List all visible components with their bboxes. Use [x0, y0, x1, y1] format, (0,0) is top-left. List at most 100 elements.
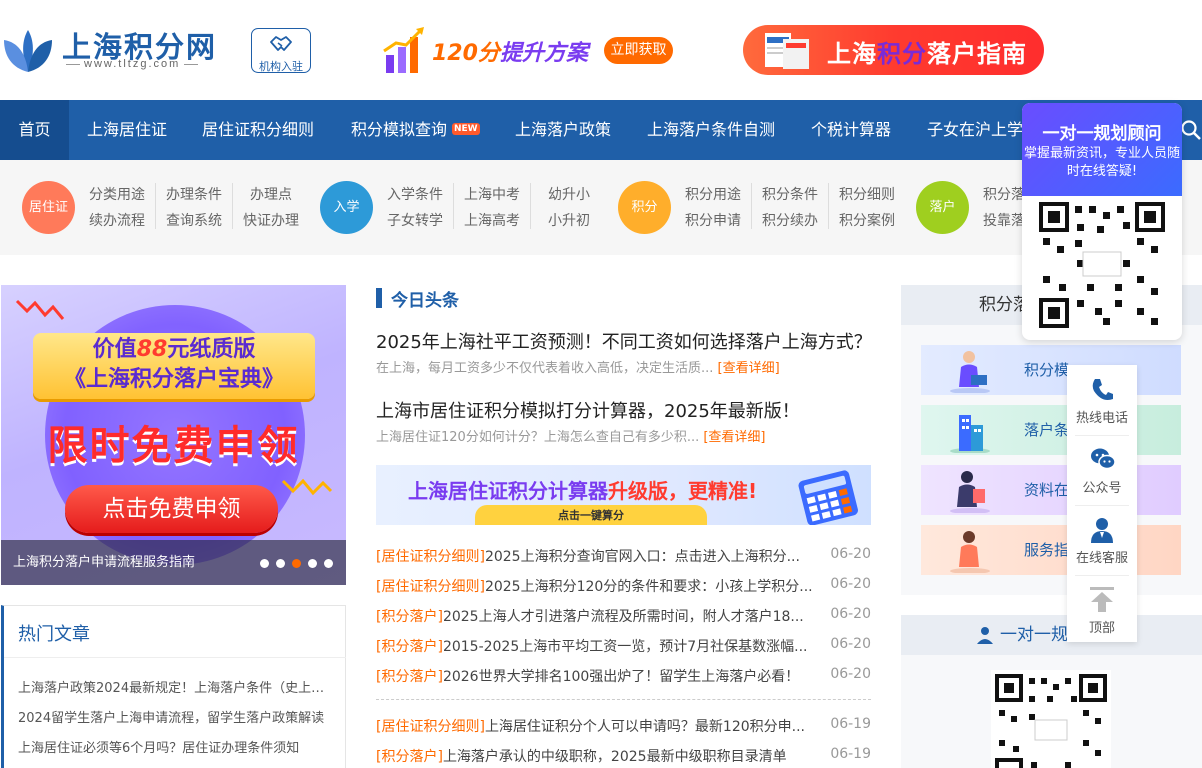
cat-school-enroll[interactable]: 入学: [320, 181, 373, 234]
news-category[interactable]: [积分落户]: [376, 669, 443, 685]
nav-children-school[interactable]: 子女在沪上学: [927, 100, 1023, 160]
promo1-text: 120分提升方案: [432, 35, 588, 67]
news-list-item[interactable]: [积分落户]2025上海人才引进落户流程及所需时间，附人才落户18... 06-…: [376, 606, 871, 626]
cat-link[interactable]: 办理点: [250, 184, 292, 204]
cat-link[interactable]: 积分条件: [762, 184, 818, 204]
org-join-label: 机构入驻: [259, 60, 303, 73]
cat-link[interactable]: 积分落: [983, 184, 1025, 204]
cat-link[interactable]: 积分用途: [685, 184, 741, 204]
service-card-points-sim[interactable]: 积分模: [921, 345, 1181, 395]
service-card-settle-cond[interactable]: 落户条: [921, 405, 1181, 455]
qr-code-icon: [1039, 202, 1165, 328]
slider-dot[interactable]: [308, 559, 317, 568]
nav-points-simulator[interactable]: 积分模拟查询: [351, 100, 447, 160]
cat-link[interactable]: 幼升小: [548, 184, 590, 204]
slider-dot[interactable]: [324, 559, 333, 568]
view-details-link[interactable]: [查看详细]: [718, 361, 780, 376]
hot-articles-panel: 热门文章 上海落户政策2024最新规定！上海落户条件（史上最全） 2024留学生…: [1, 605, 346, 768]
divider: [376, 699, 871, 700]
promo2-text: 上海积分落户指南: [827, 34, 1027, 69]
news-date: 06-20: [830, 636, 871, 652]
calc-title-highlight: 升级版，更精准!: [608, 479, 758, 503]
growth-chart-icon: [383, 27, 424, 73]
consultant-card-title: 一对一规划顾问: [1042, 124, 1162, 144]
online-service-button[interactable]: 在线客服: [1067, 507, 1137, 577]
cat-points[interactable]: 积分: [618, 181, 671, 234]
news-list-text: 2025上海积分查询官网入口：点击进入上海积分...: [484, 549, 800, 565]
slider-dot-active[interactable]: [292, 559, 301, 568]
consultant-card-subtitle: 掌握最新资讯，专业人员随时在线答疑!: [1023, 146, 1180, 179]
hot-article-item[interactable]: 2024留学生落户上海申请流程，留学生落户政策解读: [18, 707, 333, 726]
divider: [1075, 575, 1129, 576]
news-category[interactable]: [居住证积分细则]: [376, 549, 485, 565]
nav-points-rules[interactable]: 居住证积分细则: [202, 100, 314, 160]
hot-article-item[interactable]: 上海居住证必须等6个月吗？居住证办理条件须知: [18, 737, 333, 756]
cat-link[interactable]: 子女转学: [387, 210, 443, 230]
news-category[interactable]: [积分落户]: [376, 639, 443, 655]
view-details-link[interactable]: [查看详细]: [703, 430, 765, 445]
slider-dot[interactable]: [276, 559, 285, 568]
slider-dot[interactable]: [260, 559, 269, 568]
search-icon[interactable]: [1181, 120, 1201, 140]
cat-link[interactable]: 投靠落: [983, 210, 1025, 230]
news-list-item[interactable]: [积分落户]上海落户承认的中级职称，2025最新中级职称目录清单 06-19: [376, 746, 871, 766]
cat-link[interactable]: 小升初: [548, 210, 590, 230]
slide-apply-button[interactable]: 点击免费申领: [65, 485, 278, 533]
nav-settle-policy[interactable]: 上海落户政策: [515, 100, 611, 160]
divider: [453, 183, 454, 229]
cat-settle[interactable]: 落户: [916, 181, 969, 234]
news-date: 06-20: [830, 576, 871, 592]
hot-article-item[interactable]: 上海落户政策2024最新规定！上海落户条件（史上最全）: [18, 677, 333, 696]
cat-link[interactable]: 快证办理: [243, 210, 299, 230]
person-phone-icon: [950, 531, 990, 573]
cat-residence-permit[interactable]: 居住证: [22, 181, 75, 234]
nav-home[interactable]: 首页: [0, 100, 69, 160]
promo-settle-guide[interactable]: 上海积分落户指南: [743, 25, 1044, 75]
news-category[interactable]: [积分落户]: [376, 749, 443, 765]
news-list-item[interactable]: [居住证积分细则]2025上海积分查询官网入口：点击进入上海积分... 06-2…: [376, 546, 871, 566]
news-category[interactable]: [居住证积分细则]: [376, 719, 485, 735]
cat-link[interactable]: 积分申请: [685, 210, 741, 230]
news-list-item[interactable]: [居住证积分细则]2025上海积分120分的条件和要求：小孩上学积分... 06…: [376, 576, 871, 596]
service-card-label: 资料在: [1024, 481, 1070, 499]
news-list-item[interactable]: [积分落户]2015-2025上海市平均工资一览，预计7月社保基数涨幅... 0…: [376, 636, 871, 656]
promo-120-plan[interactable]: 120分提升方案 立即获取: [380, 25, 680, 77]
wechat-button[interactable]: 公众号: [1067, 437, 1137, 507]
top-news-title[interactable]: 上海市居住证积分模拟打分计算器，2025年最新版！: [376, 397, 800, 423]
org-join-button[interactable]: 机构入驻: [251, 28, 311, 73]
news-date: 06-19: [830, 716, 871, 732]
nav-residence-permit[interactable]: 上海居住证: [87, 100, 167, 160]
back-to-top-button[interactable]: 顶部: [1067, 577, 1137, 647]
news-category[interactable]: [居住证积分细则]: [376, 579, 485, 595]
news-category[interactable]: [积分落户]: [376, 609, 443, 625]
news-list-text: 上海居住证积分个人可以申请吗？最新120积分申...: [484, 719, 806, 735]
floating-consultant-card[interactable]: 一对一规划顾问 掌握最新资讯，专业人员随时在线答疑!: [1022, 103, 1182, 340]
service-card-materials[interactable]: 资料在: [921, 465, 1181, 515]
buildings-icon: [950, 415, 990, 453]
news-list-item[interactable]: [积分落户]2026世界大学排名100强出炉了！留学生上海落户必看！ 06-20: [376, 666, 871, 686]
promo-slider[interactable]: 价值88元纸质版 《上海积分落户宝典》 限时免费申领 点击免费申领 上海积分落户…: [1, 285, 346, 585]
qr-code-icon: [995, 674, 1107, 768]
hotline-button[interactable]: 热线电话: [1067, 367, 1137, 437]
promo1-get-button[interactable]: 立即获取: [604, 37, 673, 64]
cat-link[interactable]: 查询系统: [166, 210, 222, 230]
cat-link[interactable]: 续办流程: [89, 210, 145, 230]
cat-link[interactable]: 分类用途: [89, 184, 145, 204]
cat-link[interactable]: 上海中考: [464, 184, 520, 204]
cat-link[interactable]: 积分案例: [839, 210, 895, 230]
calc-one-click-button[interactable]: 点击一键算分: [475, 505, 707, 525]
cat-link[interactable]: 积分细则: [839, 184, 895, 204]
logo-url: www.tltzg.com: [62, 58, 202, 70]
online-service-label: 在线客服: [1075, 551, 1128, 566]
site-logo[interactable]: 上海积分网 www.tltzg.com: [2, 22, 242, 78]
service-card-guide[interactable]: 服务指: [921, 525, 1181, 575]
nav-tax-calculator[interactable]: 个税计算器: [811, 100, 891, 160]
cat-link[interactable]: 上海高考: [464, 210, 520, 230]
cat-link[interactable]: 办理条件: [166, 184, 222, 204]
calculator-banner[interactable]: 上海居住证积分计算器升级版，更精准! 点击一键算分: [376, 465, 871, 525]
cat-link[interactable]: 入学条件: [387, 184, 443, 204]
top-news-title[interactable]: 2025年上海社平工资预测！不同工资如何选择落户上海方式？: [376, 328, 872, 354]
news-list-item[interactable]: [居住证积分细则]上海居住证积分个人可以申请吗？最新120积分申... 06-1…: [376, 716, 871, 736]
cat-link[interactable]: 积分续办: [762, 210, 818, 230]
nav-settle-selftest[interactable]: 上海落户条件自测: [647, 100, 775, 160]
